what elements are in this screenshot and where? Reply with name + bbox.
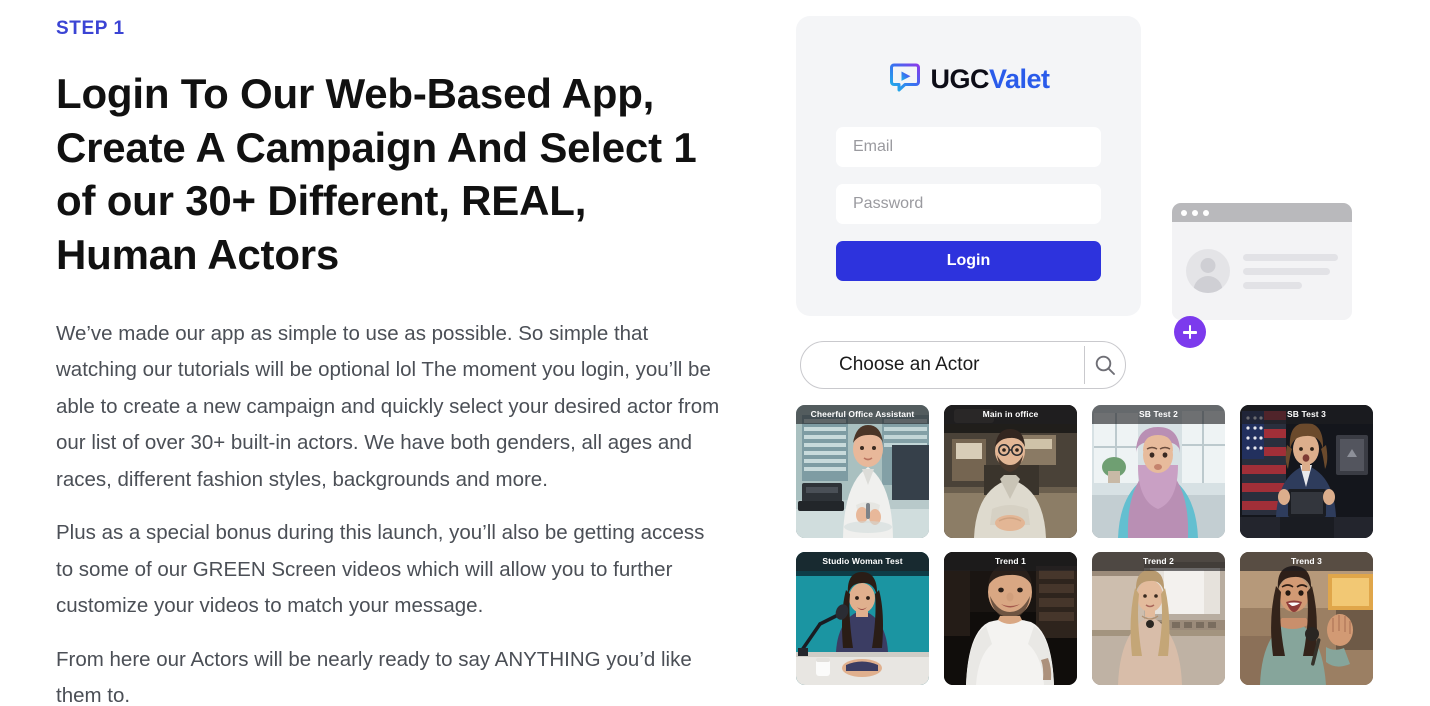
placeholder-text-lines — [1243, 253, 1338, 289]
browser-dot-1-icon — [1181, 209, 1187, 216]
chat-bubble-play-icon — [890, 63, 921, 92]
right-app-mockup-column: UGCValet Login — [796, 16, 1396, 706]
search-icon — [1095, 355, 1115, 375]
login-button[interactable]: Login — [836, 241, 1101, 281]
actor-card[interactable]: Studio Woman Test — [796, 552, 929, 685]
actor-card-title: Trend 2 — [1092, 552, 1225, 571]
browser-dot-2-icon — [1192, 209, 1198, 216]
step-eyebrow-label: STEP 1 — [56, 18, 125, 39]
actor-thumbnail-image — [944, 405, 1077, 538]
actor-card[interactable]: Trend 3 — [1240, 552, 1373, 685]
actor-thumbnail-image — [796, 405, 929, 538]
email-field[interactable] — [836, 127, 1101, 167]
brand-wordmark: UGCValet — [930, 63, 1050, 94]
actor-card[interactable]: Trend 2 — [1092, 552, 1225, 685]
user-avatar-placeholder-icon — [1186, 249, 1230, 293]
placeholder-line — [1243, 267, 1331, 275]
actor-thumbnail-image — [1240, 552, 1373, 685]
actor-card-title: SB Test 3 — [1240, 405, 1373, 424]
browser-window-mockup — [1172, 203, 1352, 320]
actor-card-title: Studio Woman Test — [796, 552, 929, 571]
placeholder-line — [1243, 253, 1338, 261]
choose-actor-search-bar[interactable] — [800, 341, 1126, 389]
password-field[interactable] — [836, 184, 1101, 224]
actor-card-title: Cheerful Office Assistant — [796, 405, 929, 424]
search-input[interactable] — [801, 354, 1084, 376]
actor-card[interactable]: Trend 1 — [944, 552, 1077, 685]
actor-thumbnail-image — [1092, 552, 1225, 685]
actor-thumbnail-image — [1092, 405, 1225, 538]
actor-card-title: Trend 1 — [944, 552, 1077, 571]
body-paragraph-2: Plus as a special bonus during this laun… — [56, 521, 705, 618]
add-plus-button[interactable] — [1174, 316, 1206, 348]
actor-card-title: Trend 3 — [1240, 552, 1373, 571]
actor-thumbnail-grid: Cheerful Office Assistant Main in office… — [796, 405, 1376, 685]
actor-thumbnail-image — [944, 552, 1077, 685]
body-paragraph-1: We’ve made our app as simple to use as p… — [56, 321, 720, 491]
actor-card[interactable]: Cheerful Office Assistant — [796, 405, 929, 538]
body-paragraph-3: From here our Actors will be nearly read… — [56, 647, 692, 706]
step-section: STEP 1 Login To Our Web-Based App, Creat… — [0, 0, 1430, 706]
placeholder-line — [1243, 281, 1302, 289]
actor-card[interactable]: SB Test 3 — [1240, 405, 1373, 538]
left-content-column: STEP 1 Login To Our Web-Based App, Creat… — [56, 18, 726, 706]
brand-logo: UGCValet — [796, 62, 1141, 96]
browser-titlebar — [1172, 203, 1352, 222]
browser-dot-3-icon — [1203, 209, 1209, 216]
actor-thumbnail-image — [796, 552, 929, 685]
page-title: Login To Our Web-Based App, Create A Cam… — [56, 69, 697, 279]
actor-card-title: Main in office — [944, 405, 1077, 424]
login-card: UGCValet Login — [796, 16, 1141, 316]
actor-thumbnail-image — [1240, 405, 1373, 538]
brand-text-valet: Valet — [988, 63, 1050, 94]
actor-card[interactable]: Main in office — [944, 405, 1077, 538]
actor-card[interactable]: SB Test 2 — [1092, 405, 1225, 538]
search-button[interactable] — [1085, 342, 1125, 388]
actor-card-title: SB Test 2 — [1092, 405, 1225, 424]
browser-content-area — [1172, 222, 1352, 320]
brand-text-ugc: UGC — [930, 63, 989, 94]
